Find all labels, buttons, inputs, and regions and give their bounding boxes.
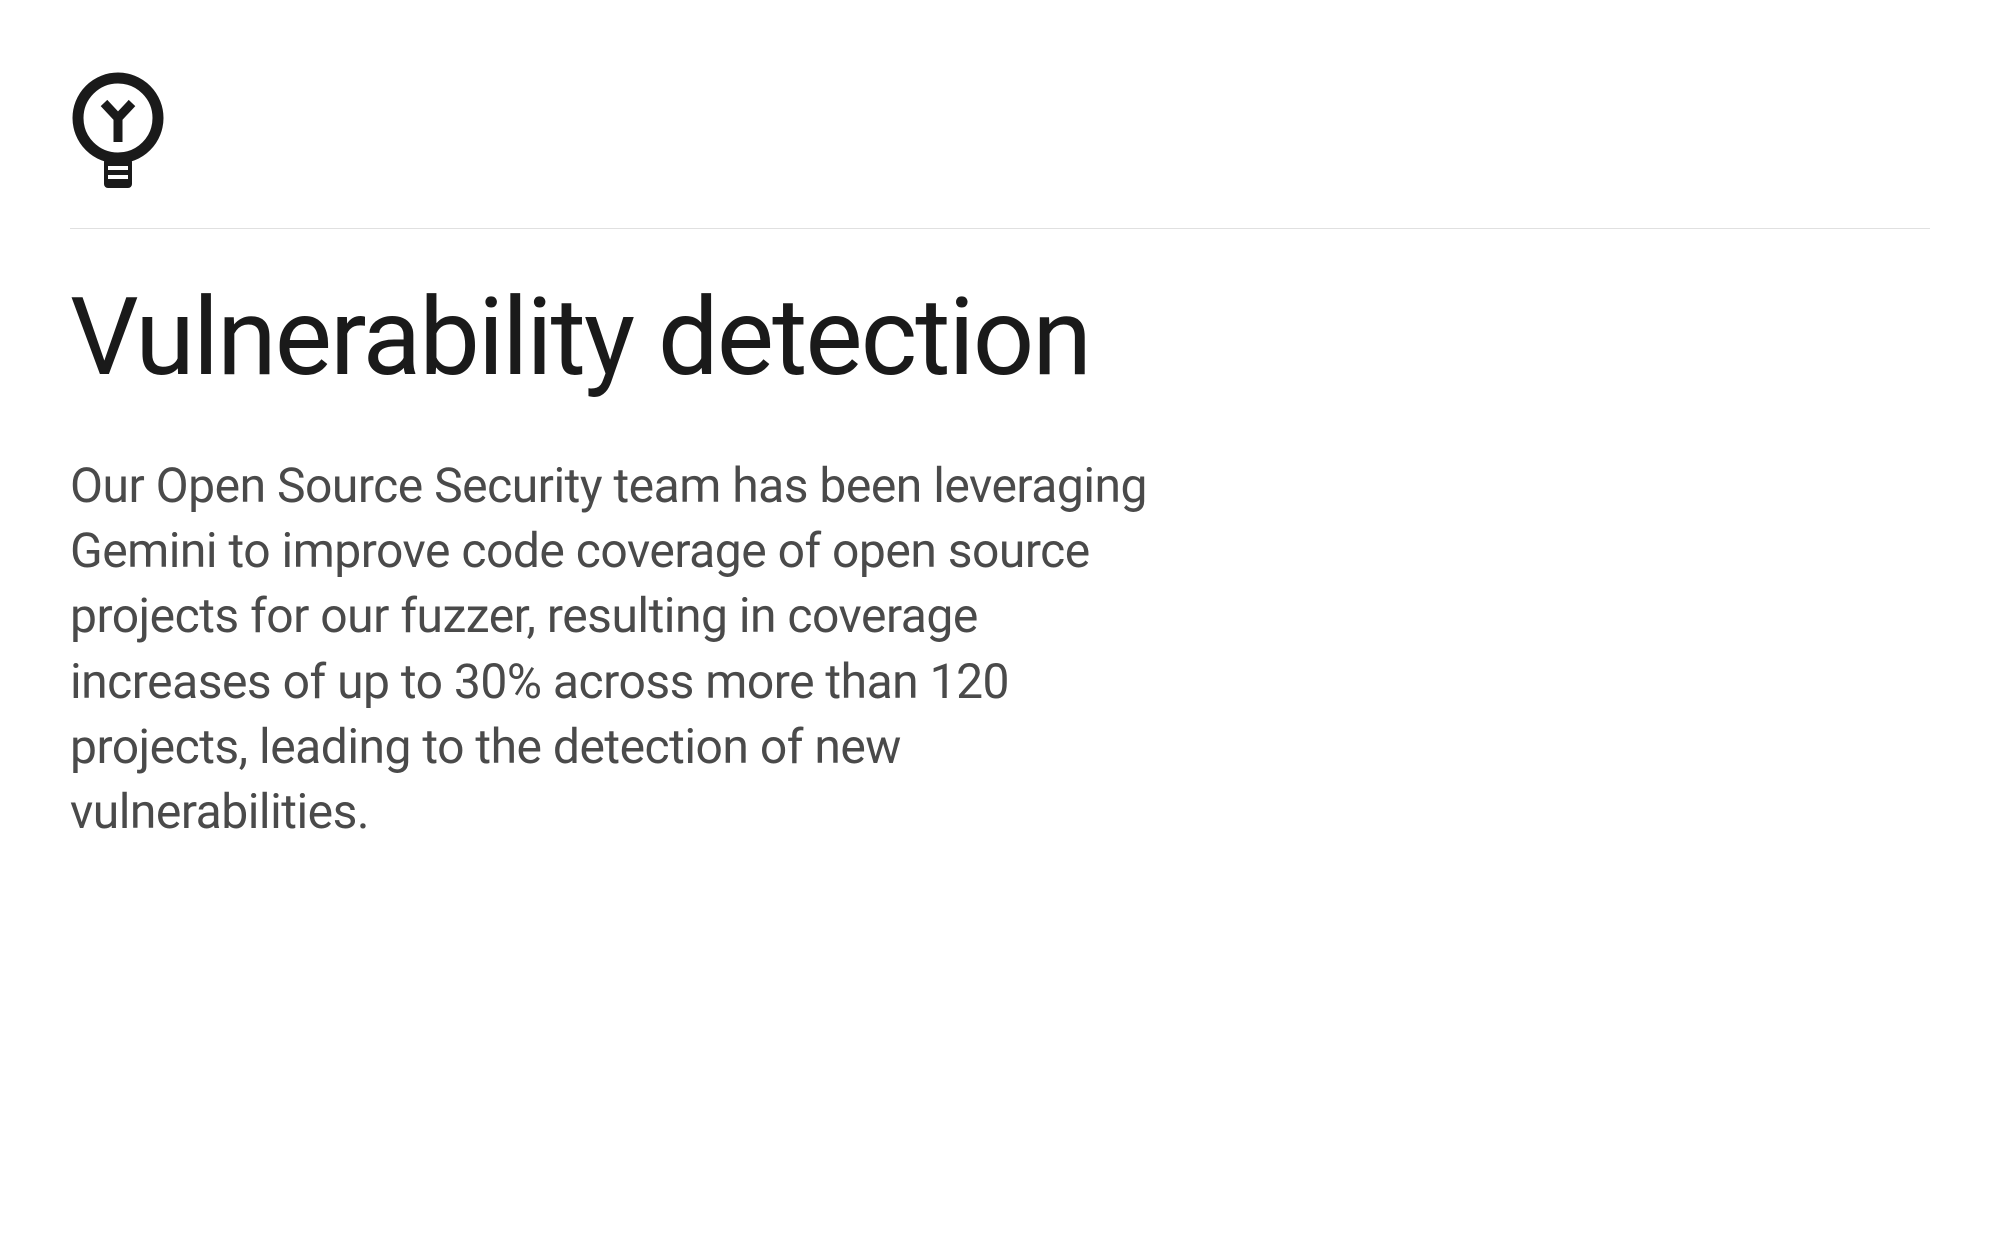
icon-section (70, 70, 1930, 229)
lightbulb-icon (70, 70, 166, 198)
body-paragraph: Our Open Source Security team has been l… (70, 453, 1170, 845)
content-container: Vulnerability detection Our Open Source … (70, 70, 1930, 844)
page-heading: Vulnerability detection (70, 279, 1930, 398)
